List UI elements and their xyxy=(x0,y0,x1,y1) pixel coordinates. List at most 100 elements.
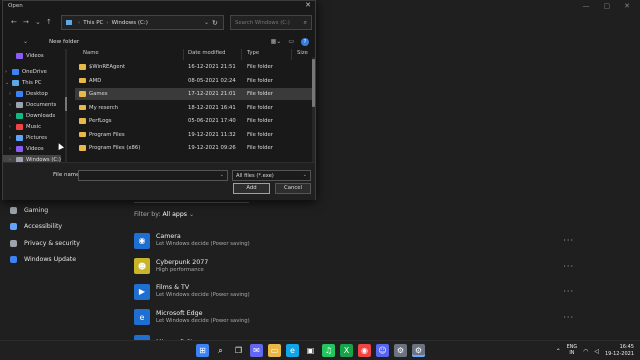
taskbar-icons: ⊞ ⌕ ❐ ✉ ▭ e ▣ ♫ X ◉ ☺ ⚙ ⚙ xyxy=(196,344,425,357)
start-icon[interactable]: ⊞ xyxy=(196,344,209,357)
chevron-icon[interactable]: › xyxy=(9,135,16,141)
explorer-icon[interactable]: ▭ xyxy=(268,344,281,357)
view-options-icon[interactable]: ▦⌄ xyxy=(271,38,282,46)
edge-icon[interactable]: e xyxy=(286,344,299,357)
discord-icon[interactable]: ☺ xyxy=(376,344,389,357)
file-date: 19-12-2021 09:26 xyxy=(188,145,236,151)
breadcrumb-this-pc[interactable]: This PC xyxy=(83,20,103,26)
file-row[interactable]: Program Files (x86) 19-12-2021 09:26 File … xyxy=(75,142,312,154)
camera-icon[interactable]: ◉ xyxy=(358,344,371,357)
column-type[interactable]: Type xyxy=(247,50,259,56)
more-options-icon[interactable]: ··· xyxy=(563,287,574,296)
add-button[interactable]: Add xyxy=(233,183,270,194)
recent-locations-icon[interactable]: ⌄ xyxy=(35,18,41,26)
file-list-scrollbar[interactable] xyxy=(312,57,315,162)
maximize-icon[interactable]: ▢ xyxy=(604,2,611,10)
nav-item-5[interactable]: › Downloads xyxy=(3,111,61,121)
more-options-icon[interactable]: ··· xyxy=(563,262,574,271)
breadcrumb-drive[interactable]: Windows (C:) xyxy=(112,20,148,26)
column-name[interactable]: Name xyxy=(83,50,99,56)
graphics-settings-panel: Filter by: All apps ⌄ ◉ Camera Let Windows… xyxy=(134,196,574,356)
file-name-input[interactable]: ⌄ xyxy=(78,170,228,181)
more-options-icon[interactable]: ··· xyxy=(563,236,574,245)
forward-arrow-icon[interactable]: → xyxy=(23,18,29,26)
chevron-down-icon[interactable]: ⌄ xyxy=(220,172,224,178)
new-folder-button[interactable]: New folder xyxy=(49,39,79,45)
settings-icon[interactable]: ⚙ xyxy=(394,344,407,357)
chat-icon[interactable]: ✉ xyxy=(250,344,263,357)
chevron-icon[interactable]: › xyxy=(5,69,12,75)
file-row[interactable]: AMD 08-05-2021 02:24 File folder xyxy=(75,75,312,87)
settings-nav-item[interactable]: Privacy & security xyxy=(10,235,130,252)
nav-item-7[interactable]: › Pictures xyxy=(3,133,61,143)
settings-nav-item[interactable]: Gaming xyxy=(10,202,130,219)
more-options-icon[interactable]: ··· xyxy=(563,313,574,322)
close-icon[interactable]: ✕ xyxy=(624,2,630,10)
app-row[interactable]: ☻ Cyberpunk 2077 High performance ··· xyxy=(134,254,574,280)
preview-pane-icon[interactable]: ▭ xyxy=(288,38,294,46)
nav-item-6[interactable]: › Music xyxy=(3,122,61,132)
settings-nav-label: Windows Update xyxy=(24,256,76,264)
app-list: ◉ Camera Let Windows decide (Power saving)… xyxy=(134,228,574,356)
column-divider[interactable] xyxy=(241,49,242,60)
file-row[interactable]: PerfLogs 05-06-2021 17:40 File folder xyxy=(75,115,312,127)
chevron-icon[interactable]: › xyxy=(9,146,16,152)
chevron-icon[interactable]: › xyxy=(9,91,16,97)
volume-icon[interactable]: ◁ xyxy=(594,348,599,355)
clock[interactable]: 16:45 19-12-2021 xyxy=(605,344,634,358)
filter-by[interactable]: Filter by: All apps ⌄ xyxy=(134,211,574,218)
file-row[interactable]: My reserch 18-12-2021 16:41 File folder xyxy=(75,102,312,114)
column-divider[interactable] xyxy=(183,49,184,60)
app-row[interactable]: e Microsoft Edge Let Windows decide (Power… xyxy=(134,305,574,331)
settings-icon-2[interactable]: ⚙ xyxy=(412,344,425,357)
settings-nav-item[interactable]: Windows Update xyxy=(10,252,130,269)
search-icon[interactable]: ⌕ xyxy=(214,344,227,357)
nav-item-8[interactable]: › Videos xyxy=(3,144,61,154)
nav-item-1[interactable]: › OneDrive xyxy=(3,67,61,77)
back-arrow-icon[interactable]: ← xyxy=(11,18,17,26)
app-row[interactable]: ◉ Camera Let Windows decide (Power saving)… xyxy=(134,228,574,254)
address-bar[interactable]: › This PC › Windows (C:) ⌄ xyxy=(61,15,224,30)
chevron-icon[interactable]: ⌄ xyxy=(5,80,12,86)
xbox-icon[interactable]: X xyxy=(340,344,353,357)
close-icon[interactable]: ✕ xyxy=(305,1,311,9)
minimize-icon[interactable]: — xyxy=(583,2,590,10)
nav-item-0[interactable]: Videos xyxy=(3,51,61,61)
app-row[interactable]: ▶ Films & TV Let Windows decide (Power sav… xyxy=(134,279,574,305)
store-icon[interactable]: ▣ xyxy=(304,344,317,357)
file-list-scroll-thumb[interactable] xyxy=(312,59,315,107)
chevron-icon[interactable]: › xyxy=(9,113,16,119)
search-input[interactable]: Search Windows (C:) ⌕ xyxy=(230,15,312,30)
spotify-icon[interactable]: ♫ xyxy=(322,344,335,357)
file-row[interactable]: Games 17-12-2021 21:01 File folder xyxy=(75,88,312,100)
nav-item-3[interactable]: › Desktop xyxy=(3,89,61,99)
column-divider[interactable] xyxy=(291,49,292,60)
language-indicator[interactable]: ENG IN xyxy=(567,345,577,357)
task-view-icon[interactable]: ❐ xyxy=(232,344,245,357)
refresh-icon[interactable]: ↻ xyxy=(212,19,218,27)
nav-item-2[interactable]: ⌄ This PC xyxy=(3,78,61,88)
help-icon[interactable]: ? xyxy=(301,38,309,46)
chevron-icon[interactable]: › xyxy=(9,102,16,108)
nav-scroll-thumb[interactable] xyxy=(65,97,67,111)
nav-scrollbar[interactable] xyxy=(65,49,67,162)
file-type: File folder xyxy=(247,131,273,138)
column-date-modified[interactable]: Date modified xyxy=(188,50,226,56)
chevron-down-icon[interactable]: ⌄ xyxy=(204,19,209,26)
chevron-icon[interactable]: › xyxy=(9,124,16,130)
filter-value[interactable]: All apps xyxy=(162,211,187,218)
nav-item-4[interactable]: › Documents xyxy=(3,100,61,110)
cancel-button[interactable]: Cancel xyxy=(275,183,311,194)
nav-item-label: Videos xyxy=(26,53,44,59)
file-row[interactable]: Program Files 19-12-2021 11:32 File folder xyxy=(75,129,312,141)
settings-nav-item[interactable]: Accessibility xyxy=(10,219,130,236)
up-arrow-icon[interactable]: ↑ xyxy=(46,18,52,26)
file-date: 19-12-2021 11:32 xyxy=(188,131,236,138)
file-row[interactable]: $WinREAgent 16-12-2021 21:51 File folder xyxy=(75,61,312,73)
dialog-toolbar: ⌄ New folder ▦⌄ ▭ ? xyxy=(3,37,315,49)
organize-menu[interactable]: ⌄ xyxy=(23,38,28,45)
file-type-select[interactable]: All files (*.exe) ⌄ xyxy=(232,170,311,181)
chevron-up-icon[interactable]: ⌃ xyxy=(556,348,561,355)
column-size[interactable]: Size xyxy=(297,50,308,56)
wifi-icon[interactable]: ◠ xyxy=(583,348,588,355)
